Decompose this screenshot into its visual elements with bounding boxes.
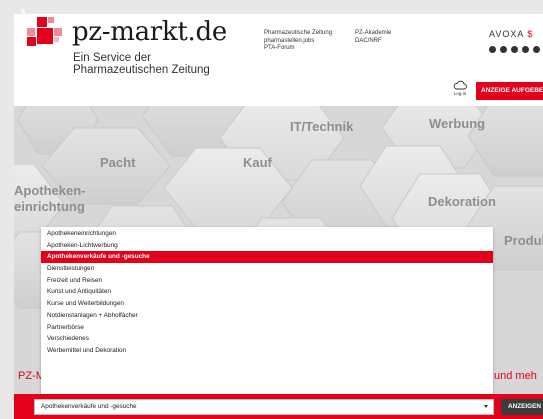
avoxa-accent: $ bbox=[527, 29, 534, 39]
dropdown-option[interactable]: Dienstleistungen bbox=[41, 263, 493, 275]
dropdown-option-selected[interactable]: Apothekenverkäufe und -gesuche bbox=[41, 251, 493, 264]
login-label: Log-in bbox=[453, 91, 467, 96]
nav-links-col-2: PZ-Akademie DAC/NRF bbox=[355, 30, 391, 45]
category-dropdown-list: Apothekeneinrichtungen Apotheken-Lichtwe… bbox=[41, 227, 493, 394]
dropdown-option[interactable]: Verschiedenes bbox=[41, 333, 493, 345]
avoxa-text: AVOXA bbox=[489, 29, 524, 39]
und-mehr-partial-text: und meh bbox=[494, 370, 537, 382]
dropdown-option[interactable]: Partnerbörse bbox=[41, 322, 493, 334]
nav-link-pharmastellen[interactable]: pharmastellen.jobs bbox=[264, 38, 332, 46]
category-it-technik[interactable]: IT/Technik bbox=[290, 119, 353, 134]
brand-subtitle: Ein Service der Pharmazeutischen Zeitung bbox=[73, 52, 210, 76]
post-ad-button[interactable]: ANZEIGE AUFGEBEN bbox=[476, 82, 543, 100]
linkedin-icon[interactable] bbox=[522, 46, 529, 53]
category-select[interactable]: Apothekenverkäufe und -gesuche bbox=[34, 399, 494, 415]
subtitle-line-1: Ein Service der bbox=[73, 52, 151, 64]
dropdown-option[interactable]: Kunst und Antiquitäten bbox=[41, 286, 493, 298]
site-header: pz-markt.de Ein Service der Pharmazeutis… bbox=[14, 14, 543, 106]
social-links bbox=[489, 46, 540, 53]
xing-icon[interactable] bbox=[511, 46, 518, 53]
category-apothekeneinrichtung[interactable]: Apotheken- einrichtung bbox=[14, 183, 86, 215]
cloud-icon bbox=[453, 80, 467, 90]
nav-link-pz-akademie[interactable]: PZ-Akademie bbox=[355, 30, 391, 38]
euro-icon: $ bbox=[21, 8, 26, 17]
dropdown-option[interactable]: Kurse und Weiterbildungen bbox=[41, 298, 493, 310]
nav-link-pz[interactable]: Pharmazeutische Zeitung bbox=[264, 30, 332, 38]
nav-links-col-1: Pharmazeutische Zeitung pharmastellen.jo… bbox=[264, 30, 332, 53]
nav-link-pta-forum[interactable]: PTA-Forum bbox=[264, 45, 332, 53]
chevron-down-icon[interactable] bbox=[484, 405, 488, 408]
login-button[interactable]: Log-in bbox=[449, 80, 471, 102]
category-kauf[interactable]: Kauf bbox=[243, 155, 272, 170]
category-dekoration[interactable]: Dekoration bbox=[428, 194, 496, 209]
dropdown-option[interactable]: Werbemittel und Dekoration bbox=[41, 345, 493, 357]
category-pacht[interactable]: Pacht bbox=[100, 155, 135, 170]
facebook-icon[interactable] bbox=[500, 46, 507, 53]
dropdown-option[interactable]: Freizeit und Reisen bbox=[41, 275, 493, 287]
instagram-icon[interactable] bbox=[489, 46, 496, 53]
brand-name[interactable]: pz-markt.de bbox=[72, 17, 227, 47]
show-ads-button[interactable]: ANZEIGEN bbox=[501, 399, 543, 415]
dropdown-option[interactable]: Apothekeneinrichtungen bbox=[41, 228, 493, 240]
nav-link-dac-nrf[interactable]: DAC/NRF bbox=[355, 38, 391, 46]
subtitle-line-2: Pharmazeutischen Zeitung bbox=[73, 64, 210, 76]
category-produkte[interactable]: Produk bbox=[504, 233, 543, 248]
category-apotheken-line-2: einrichtung bbox=[14, 199, 85, 214]
youtube-icon[interactable] bbox=[533, 46, 540, 53]
category-werbung[interactable]: Werbung bbox=[429, 116, 485, 131]
logo-mark-icon[interactable] bbox=[27, 17, 67, 49]
dropdown-option[interactable]: Notdienstanlagen + Abholfächer bbox=[41, 310, 493, 322]
dropdown-option[interactable]: Apotheken-Lichtwerbung bbox=[41, 240, 493, 252]
category-apotheken-line-1: Apotheken- bbox=[14, 183, 86, 198]
avoxa-logo[interactable]: AVOXA $ bbox=[489, 29, 533, 39]
